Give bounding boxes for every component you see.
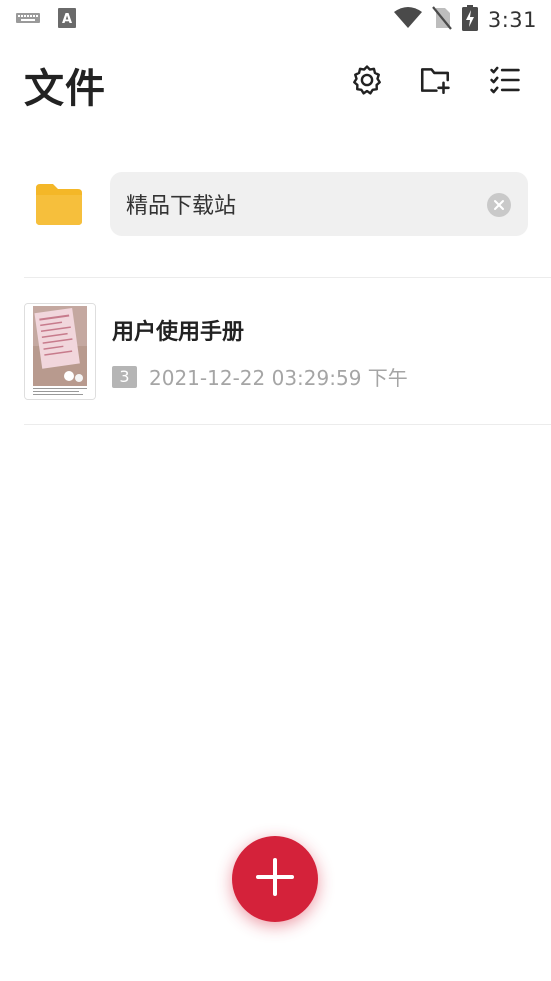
divider (24, 424, 551, 425)
settings-icon (350, 63, 384, 101)
no-sim-icon (431, 6, 452, 34)
new-folder-icon (418, 63, 452, 101)
add-button[interactable] (232, 836, 318, 922)
status-bar: A 3:31 (0, 0, 551, 38)
folder-name-input[interactable] (126, 172, 476, 236)
checklist-icon (488, 63, 522, 101)
plus-icon (255, 857, 295, 901)
document-title: 用户使用手册 (112, 320, 245, 345)
page-count-badge: 3 (112, 365, 137, 388)
divider (24, 277, 551, 278)
battery-charging-icon (461, 5, 478, 35)
folder-icon (33, 182, 85, 230)
clear-button[interactable] (487, 193, 511, 217)
settings-button[interactable] (349, 64, 385, 100)
new-folder-button[interactable] (417, 64, 453, 100)
keyboard-icon (16, 10, 40, 30)
folder-name-field (110, 172, 528, 236)
document-thumbnail (24, 303, 96, 400)
status-time: 3:31 (487, 8, 537, 32)
document-date: 2021-12-22 03:29:59 下午 (149, 366, 408, 390)
app-header: 文件 (0, 52, 551, 116)
close-icon (493, 196, 505, 215)
document-list-item[interactable]: 用户使用手册 3 2021-12-22 03:29:59 下午 (0, 300, 551, 404)
wifi-icon (393, 7, 422, 33)
svg-text:A: A (62, 12, 72, 27)
a-icon: A (58, 8, 76, 32)
page-title: 文件 (24, 66, 106, 112)
document-meta: 3 2021-12-22 03:29:59 下午 (112, 362, 408, 391)
folder-row (0, 170, 551, 238)
checklist-button[interactable] (487, 64, 523, 100)
